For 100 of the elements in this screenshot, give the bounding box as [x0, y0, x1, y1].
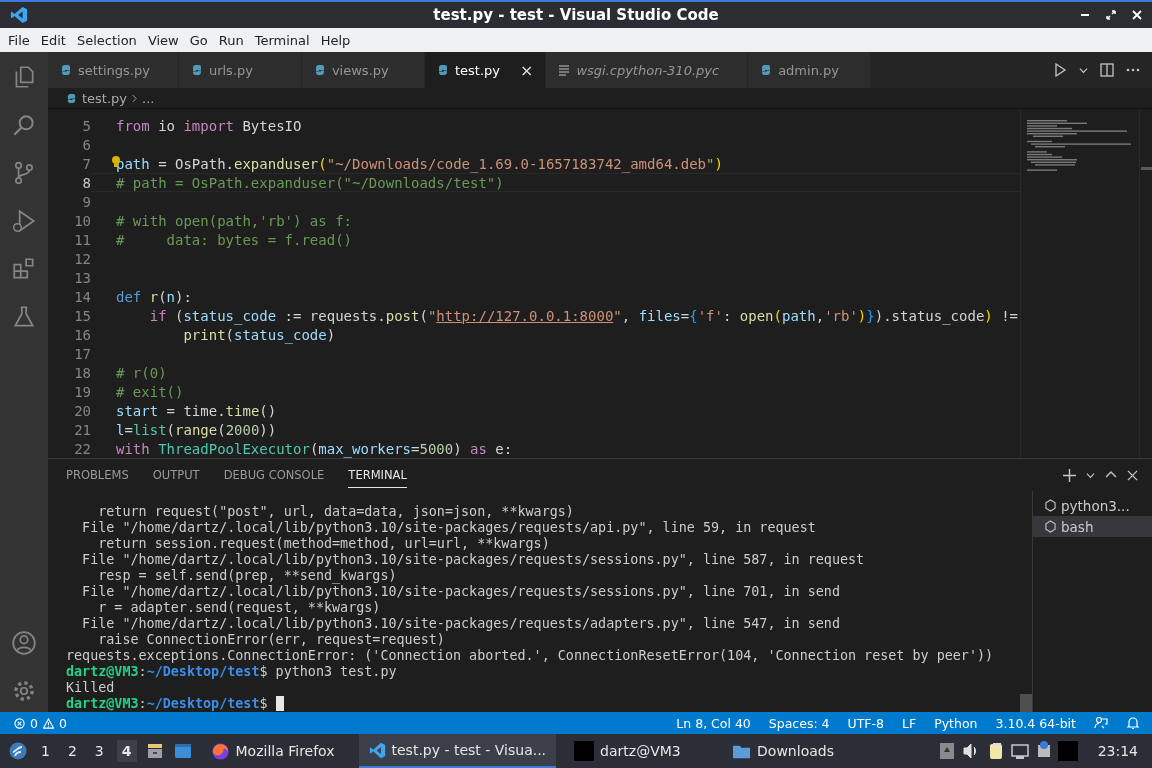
- line-number: 17: [73, 345, 91, 362]
- editor-tab[interactable]: test.py ×: [424, 52, 547, 88]
- editor-tab[interactable]: urls.py: [178, 52, 302, 88]
- workspace-button[interactable]: 4: [116, 740, 137, 762]
- terminal-line: return request("post", url, data=data, json=json, **kwargs): [97, 503, 574, 519]
- line-number: 13: [73, 269, 91, 286]
- code-line: with ThreadPoolExecutor(max_workers=5000) as e:: [116, 440, 513, 457]
- taskbar-window-button[interactable]: Downloads: [722, 734, 873, 768]
- terminal-list-item[interactable]: python3...: [1033, 495, 1152, 516]
- terminal-prompt: dartz@VM3:~/Desktop/test$: [66, 695, 269, 711]
- python-file-icon: [60, 64, 72, 76]
- code-line: # with open(path,'rb') as f:: [116, 212, 352, 229]
- clock: 23:14: [1097, 743, 1139, 759]
- terminal-list-item[interactable]: bash: [1033, 516, 1152, 537]
- code-line: # exit(): [116, 383, 184, 400]
- menu-item[interactable]: Help: [316, 32, 358, 48]
- code-line: def r(n):: [116, 288, 192, 305]
- run-debug-icon[interactable]: [11, 208, 37, 234]
- browser-globe-icon: [210, 741, 230, 761]
- status-item[interactable]: LF: [902, 715, 917, 731]
- terminal-shell-icon: [1045, 499, 1056, 512]
- run-icon[interactable]: [1053, 63, 1067, 77]
- line-number: 10: [73, 212, 91, 229]
- status-item[interactable]: Python: [934, 715, 978, 731]
- settings-icon[interactable]: [11, 678, 37, 704]
- app-logo-icon: [368, 741, 386, 759]
- extensions-icon[interactable]: [11, 256, 37, 282]
- maximize-icon[interactable]: [1106, 10, 1116, 20]
- terminal-line: Killed: [66, 679, 115, 695]
- panel-tab[interactable]: PROBLEMS: [66, 462, 129, 488]
- window-icon[interactable]: [172, 741, 193, 761]
- chevron-down-icon[interactable]: [1086, 470, 1095, 480]
- python-file-icon: [760, 64, 773, 76]
- split-editor-icon[interactable]: [1100, 63, 1114, 77]
- breadcrumb-item[interactable]: ...: [142, 90, 155, 106]
- taskbar-window-button[interactable]: Mozilla Firefox: [200, 734, 351, 768]
- terminal-line: requests.exceptions.ConnectionError: ('Connection aborted.', ConnectionResetError(104, 'Connection reset by peer')): [66, 647, 994, 663]
- panel-tab[interactable]: TERMINAL: [348, 462, 407, 488]
- panel-tab[interactable]: DEBUG CONSOLE: [223, 462, 325, 488]
- code-line: # data: bytes = f.read(): [116, 231, 352, 248]
- chevron-down-icon[interactable]: [1079, 65, 1088, 75]
- status-item[interactable]: UTF-8: [847, 715, 885, 731]
- menu-item[interactable]: Selection: [72, 32, 144, 48]
- workspace-button[interactable]: 2: [62, 740, 82, 762]
- window-title: test.py - test - Visual Studio Code: [433, 6, 719, 24]
- code-line: print(status_code): [182, 326, 336, 343]
- panel-tab[interactable]: OUTPUT: [152, 462, 200, 488]
- problems-indicator[interactable]: 0 0: [14, 715, 67, 731]
- tab-close-button[interactable]: ×: [519, 60, 534, 80]
- menu-item[interactable]: File: [4, 32, 37, 48]
- code-line: start = time.time(): [116, 402, 277, 419]
- line-number: 21: [73, 421, 91, 438]
- plus-icon[interactable]: [1063, 468, 1076, 482]
- workspace-button[interactable]: 3: [89, 740, 109, 762]
- menu-item[interactable]: Go: [185, 32, 215, 48]
- terminal-prompt: dartz@VM3:~/Desktop/test$ python3 test.py: [66, 663, 397, 679]
- menu-item[interactable]: Edit: [36, 32, 73, 48]
- line-number: 19: [73, 383, 91, 400]
- more-icon[interactable]: [1126, 68, 1140, 72]
- status-item[interactable]: Spaces: 4: [768, 715, 830, 731]
- terminal-line: File "/home/dartz/.local/lib/python3.10/site-packages/requests/api.py", line 59, in request: [81, 519, 816, 535]
- editor-tab[interactable]: views.py: [301, 52, 425, 88]
- terminal-shell-icon: [1045, 520, 1056, 533]
- line-number: 22: [73, 440, 91, 457]
- taskbar-window-button[interactable]: test.py - test - Visua...: [358, 734, 557, 768]
- editor-tab[interactable]: admin.py: [748, 52, 872, 88]
- error-icon: [14, 717, 25, 729]
- bell-icon[interactable]: [1126, 716, 1140, 730]
- code-line: # r(0): [116, 364, 167, 381]
- status-item[interactable]: Ln 8, Col 40: [676, 715, 751, 731]
- lines-file-icon: [558, 64, 571, 76]
- python-file-icon: [66, 92, 77, 104]
- menu-item[interactable]: View: [143, 32, 186, 48]
- line-number: 12: [73, 250, 91, 267]
- line-number: 11: [73, 231, 91, 248]
- close-icon[interactable]: [1127, 469, 1138, 481]
- scroll-thumb[interactable]: [1020, 694, 1032, 712]
- code-line: l=list(range(2000)): [116, 421, 277, 438]
- error-count: 0: [30, 715, 38, 731]
- account-icon[interactable]: [11, 630, 37, 656]
- terminal-line: File "/home/dartz/.local/lib/python3.10/site-packages/requests/sessions.py", line 701, in send: [81, 583, 840, 599]
- search-icon[interactable]: [11, 112, 37, 138]
- terminal-line: File "/home/dartz/.local/lib/python3.10/site-packages/requests/sessions.py", line 587, in request: [81, 551, 865, 567]
- menu-item[interactable]: Run: [214, 32, 251, 48]
- warning-icon: [42, 717, 54, 729]
- editor-tab[interactable]: wsgi.cpython-310.pyc: [546, 52, 749, 88]
- breadcrumb-item[interactable]: test.py: [82, 90, 128, 106]
- menu-item[interactable]: Terminal: [250, 32, 317, 48]
- terminal-line: File "/home/dartz/.local/lib/python3.10/site-packages/requests/adapters.py", line 547, in send: [81, 615, 840, 631]
- start-menu-icon[interactable]: [8, 741, 28, 761]
- taskbar-window-button[interactable]: dartz@VM3: [564, 734, 715, 768]
- editor-tab[interactable]: settings.py: [48, 52, 179, 88]
- scroll-thumb[interactable]: [1141, 167, 1152, 170]
- line-number: 18: [73, 364, 91, 381]
- code-line: # path = OsPath.expanduser("~/Downloads/test"): [116, 174, 504, 191]
- feedback-icon[interactable]: [1094, 716, 1108, 730]
- flask-icon[interactable]: [11, 304, 37, 330]
- status-item[interactable]: 3.10.4 64-bit: [995, 715, 1076, 731]
- terminal-line: resp = self.send(prep, **send_kwargs): [97, 567, 397, 583]
- workspace-button[interactable]: 1: [36, 740, 55, 762]
